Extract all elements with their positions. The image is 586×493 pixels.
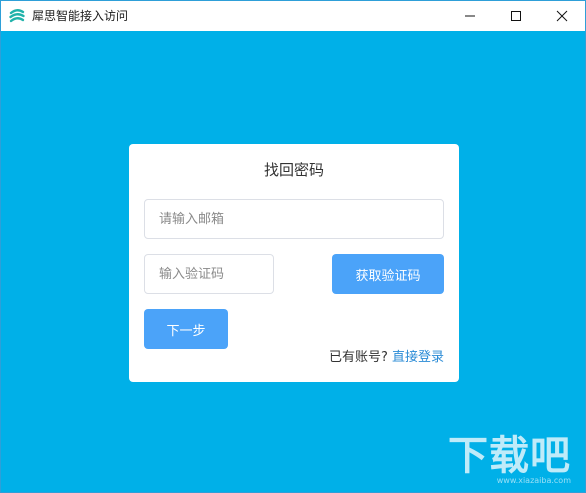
app-window: 犀思智能接入访问 找回密码 获取验证码 下 (0, 0, 586, 493)
get-code-button[interactable]: 获取验证码 (332, 254, 444, 294)
watermark: 下载吧 www.xiazaiba.com (447, 430, 579, 490)
login-prompt: 已有账号? 直接登录 (329, 350, 444, 366)
minimize-icon (464, 7, 476, 26)
email-input[interactable] (144, 199, 444, 239)
have-account-text: 已有账号? (328, 350, 388, 365)
close-icon (556, 7, 568, 26)
client-area: 找回密码 获取验证码 下一步 已有账号? 直接登录 下载吧 www.xiazai… (1, 31, 585, 492)
recover-password-card: 找回密码 获取验证码 下一步 已有账号? 直接登录 (129, 144, 459, 382)
watermark-url: www.xiazaiba.com (496, 476, 571, 485)
next-step-button[interactable]: 下一步 (144, 309, 228, 349)
maximize-button[interactable] (493, 1, 539, 31)
close-button[interactable] (539, 1, 585, 31)
card-title: 找回密码 (263, 161, 324, 179)
title-bar[interactable]: 犀思智能接入访问 (1, 1, 585, 31)
direct-login-link[interactable]: 直接登录 (392, 350, 444, 365)
minimize-button[interactable] (447, 1, 493, 31)
app-logo-icon (8, 7, 26, 25)
window-title: 犀思智能接入访问 (32, 9, 129, 23)
verification-code-input[interactable] (144, 254, 274, 294)
maximize-icon (510, 7, 522, 26)
watermark-text: 下载吧 (448, 432, 571, 479)
